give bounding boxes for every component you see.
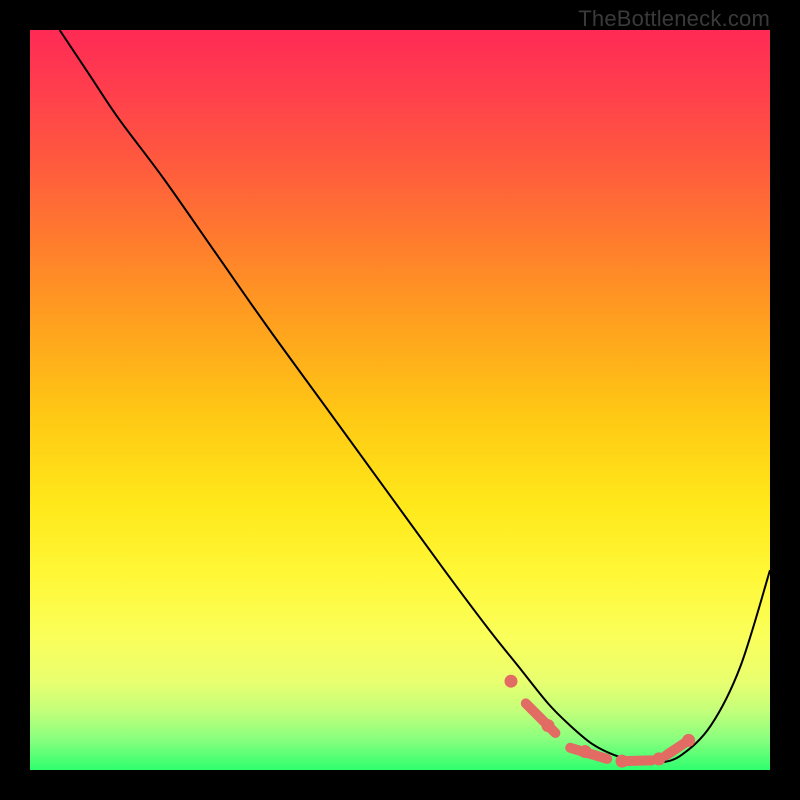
valley-dot xyxy=(653,753,665,765)
watermark-text: TheBottleneck.com xyxy=(578,6,770,32)
bottleneck-curve xyxy=(60,30,770,763)
valley-dot xyxy=(505,675,517,687)
plot-area xyxy=(30,30,770,770)
valley-dot xyxy=(542,720,554,732)
valley-dot xyxy=(616,755,628,767)
valley-dot xyxy=(579,746,591,758)
chart-frame: TheBottleneck.com xyxy=(0,0,800,800)
curve-svg xyxy=(30,30,770,770)
valley-markers xyxy=(505,675,695,767)
valley-dot xyxy=(683,734,695,746)
